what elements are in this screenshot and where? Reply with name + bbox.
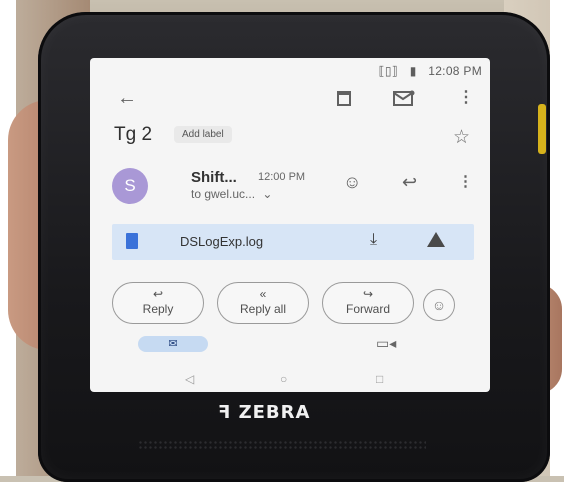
system-navigation: ◁ ○ □: [90, 372, 490, 392]
forward-label: Forward: [345, 302, 390, 316]
nav-back-icon[interactable]: ◁: [185, 372, 194, 386]
reply-label: Reply: [142, 302, 174, 316]
mail-icon: ✉: [168, 338, 178, 350]
mail-unread-icon[interactable]: [393, 90, 415, 106]
smiley-icon: ☺: [431, 297, 447, 313]
recipient-line[interactable]: to gwel.uc... ⌄: [191, 187, 272, 201]
trash-icon[interactable]: [336, 90, 352, 106]
more-vert-icon[interactable]: ⋮: [458, 90, 474, 106]
email-subject: Tg 2: [114, 124, 153, 145]
forward-button[interactable]: ↪ Forward: [322, 282, 414, 324]
video-icon[interactable]: ▭◂: [376, 335, 396, 352]
reply-button[interactable]: ↩ Reply: [112, 282, 204, 324]
recipient-text: to gwel.uc...: [191, 187, 256, 201]
forward-arrow-icon: ↪: [362, 287, 374, 301]
reply-all-button[interactable]: « Reply all: [217, 282, 309, 324]
emoji-react-button[interactable]: ☺: [423, 289, 455, 321]
sender-name[interactable]: Shift...: [191, 169, 237, 186]
reply-icon[interactable]: ↩: [402, 173, 417, 191]
attachment-name: DSLogExp.log: [180, 234, 264, 249]
download-icon[interactable]: ⤓: [370, 231, 377, 249]
brand-text: ZEBRA: [238, 402, 311, 423]
side-button[interactable]: [538, 104, 546, 154]
nav-home-icon[interactable]: ○: [280, 372, 287, 386]
smiley-icon[interactable]: ☺: [343, 173, 361, 191]
email-time: 12:00 PM: [258, 171, 306, 183]
battery-icon: ▮: [409, 64, 417, 78]
device-screen: ⟦▯⟧ ▮ 12:08 PM ← ⋮ Tg 2 Add label ☆ S Sh…: [90, 58, 490, 392]
add-label-chip[interactable]: Add label: [174, 126, 232, 143]
zebra-logo: ꟻ ZEBRA: [218, 402, 310, 423]
star-outline-icon[interactable]: ☆: [453, 128, 470, 147]
more-vert-icon[interactable]: ⋮: [458, 174, 473, 189]
reply-all-arrow-icon: «: [259, 287, 267, 301]
zebra-mark-icon: ꟻ: [218, 402, 232, 423]
avatar[interactable]: S: [112, 168, 148, 204]
attachment-bar[interactable]: DSLogExp.log ⤓: [112, 224, 474, 260]
bottom-navigation: ✉ ▭◂: [90, 332, 490, 372]
reply-arrow-icon: ↩: [152, 287, 164, 301]
vibrate-icon: ⟦▯⟧: [378, 64, 399, 78]
mail-tab[interactable]: ✉: [138, 336, 208, 352]
nav-recents-icon[interactable]: □: [376, 372, 383, 386]
status-time: 12:08 PM: [428, 64, 482, 78]
reply-all-label: Reply all: [239, 302, 287, 316]
chevron-down-icon[interactable]: ⌄: [262, 187, 272, 201]
speaker-grille: [138, 440, 426, 450]
file-icon: [126, 233, 138, 249]
avatar-letter: S: [124, 176, 136, 195]
arrow-back-icon[interactable]: ←: [117, 88, 137, 108]
drive-icon[interactable]: [427, 232, 445, 247]
image-border-right: [550, 0, 564, 476]
status-bar: ⟦▯⟧ ▮ 12:08 PM: [379, 64, 482, 78]
